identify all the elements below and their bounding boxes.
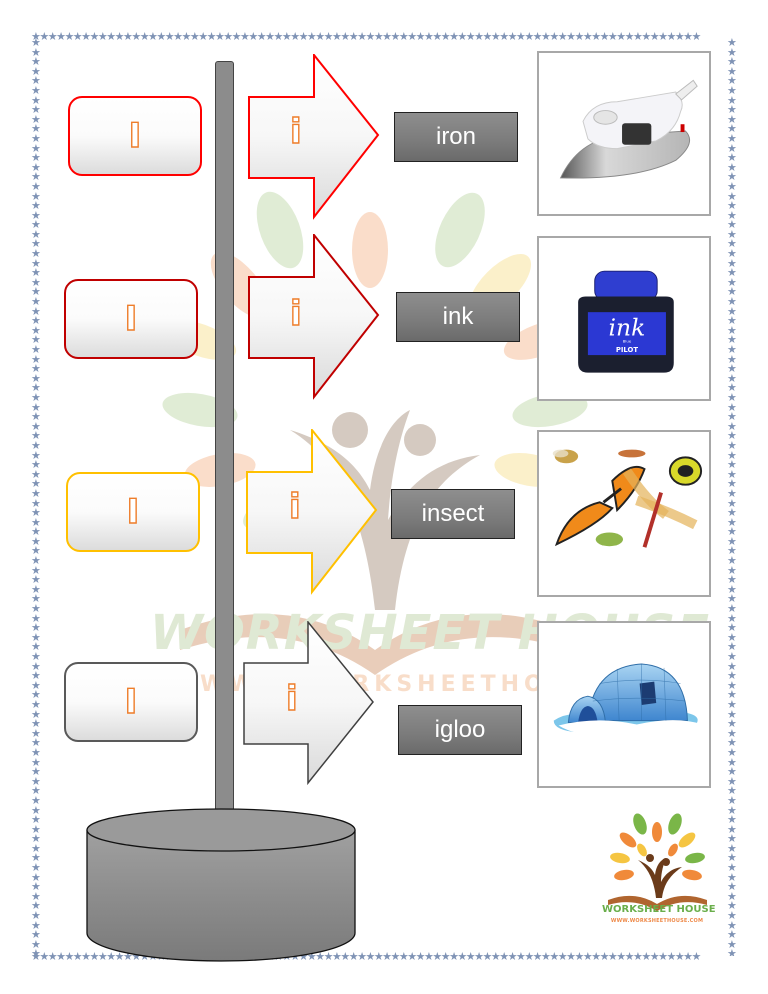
picture-igloo (537, 621, 711, 788)
logo-url: WWW.WORKSHEETHOUSE.COM (610, 918, 704, 924)
capital-letter: I (126, 492, 140, 532)
capital-letter-box: I (66, 472, 200, 552)
picture-insects (537, 430, 711, 597)
arrow-shape (246, 429, 378, 595)
word-label: insect (391, 489, 515, 539)
ink-bottle-brand: PILOT (616, 346, 638, 354)
capital-letter: I (128, 116, 142, 156)
word-label: ink (396, 292, 520, 342)
ink-bottle-sublabel: Blue (623, 338, 632, 343)
picture-ink: ink Blue PILOT (537, 236, 711, 401)
pole-base (86, 808, 356, 962)
igloo-icon (553, 663, 704, 737)
star-border-right: ★★★★★★★★★★★★★★★★★★★★★★★★★★★★★★★★★★★★★★★★… (727, 38, 737, 956)
capital-letter-box: I (64, 279, 198, 359)
arrow-shape (248, 54, 380, 220)
ink-bottle-label: ink (609, 314, 646, 342)
star-border-left: ★★★★★★★★★★★★★★★★★★★★★★★★★★★★★★★★★★★★★★★★… (31, 38, 41, 956)
capital-letter: I (124, 299, 138, 339)
capital-letter-box: I (64, 662, 198, 742)
arrow-shape (243, 621, 374, 785)
capital-letter: I (124, 682, 138, 722)
word-label: igloo (398, 705, 522, 755)
insects-icon (552, 449, 703, 548)
iron-icon (559, 79, 698, 179)
picture-iron (537, 51, 711, 216)
ink-bottle-icon: ink Blue PILOT (578, 270, 674, 373)
pole (215, 61, 234, 811)
lowercase-letter: i (285, 679, 298, 719)
lowercase-letter: i (288, 487, 301, 527)
lowercase-letter: i (289, 294, 302, 334)
word-label: iron (394, 112, 518, 162)
capital-letter-box: I (68, 96, 202, 176)
star-border-top: ★★★★★★★★★★★★★★★★★★★★★★★★★★★★★★★★★★★★★★★★… (31, 31, 701, 42)
lowercase-letter: i (289, 112, 302, 152)
arrow-shape (248, 234, 380, 400)
logo-title: WORKSHEET HOUSE (602, 904, 716, 915)
